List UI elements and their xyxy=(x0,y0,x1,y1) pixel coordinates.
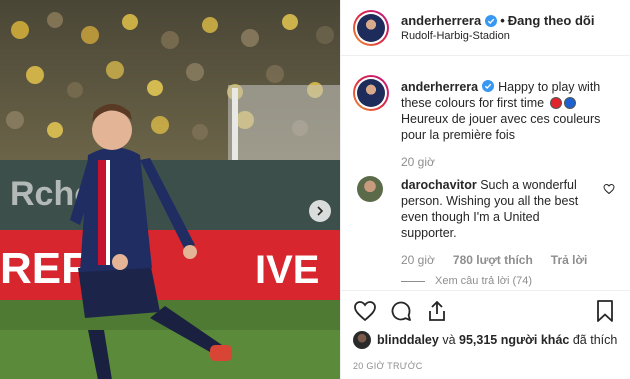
header-author-row: anderherrera • Đang theo dõi xyxy=(401,13,594,28)
svg-text:IVE: IVE xyxy=(255,248,319,292)
red-circle-emoji xyxy=(549,97,562,109)
view-replies-button[interactable]: Xem câu trả lời (74) xyxy=(401,275,532,287)
caption-timestamp[interactable]: 20 giờ xyxy=(401,155,435,169)
verified-badge-icon xyxy=(485,14,498,27)
comment: darochavitor Such a wonderful person. Wi… xyxy=(401,177,597,241)
author-username-link[interactable]: anderherrera xyxy=(401,13,481,28)
post-sidebar: anderherrera • Đang theo dõi Rudolf-Harb… xyxy=(340,0,630,379)
comment-button[interactable] xyxy=(389,299,415,325)
caption-author-avatar[interactable] xyxy=(353,75,389,111)
comment-bubble-icon xyxy=(391,301,411,321)
bookmark-icon xyxy=(597,300,613,322)
likes-connector: và xyxy=(442,333,456,347)
reply-button[interactable]: Trả lời xyxy=(551,253,588,267)
likes-count-link[interactable]: 95,315 người khác xyxy=(459,333,569,347)
view-replies-label: Xem câu trả lời (74) xyxy=(435,275,533,287)
header-separator: • xyxy=(500,13,505,28)
verified-badge-icon xyxy=(482,80,495,92)
heart-icon xyxy=(354,301,376,322)
commenter-avatar[interactable] xyxy=(357,176,383,202)
action-bar xyxy=(341,290,630,330)
likes-suffix: đã thích xyxy=(572,333,618,347)
caption-text-french: Heureux de jouer avec ces couleurs pour … xyxy=(401,112,601,142)
post-photo: Rcho REFR IVE xyxy=(0,0,340,379)
post-header: anderherrera • Đang theo dõi Rudolf-Harb… xyxy=(341,0,630,56)
comment-like-heart-icon[interactable] xyxy=(603,183,615,195)
save-button[interactable] xyxy=(593,299,619,325)
replies-divider-line xyxy=(401,280,425,282)
comment-likes-count[interactable]: 780 lượt thích xyxy=(453,253,533,267)
share-icon xyxy=(429,301,445,321)
next-photo-button[interactable] xyxy=(309,200,331,222)
post-timestamp[interactable]: 20 GIỜ TRƯỚC xyxy=(353,361,423,371)
like-button[interactable] xyxy=(353,299,379,325)
comment-meta: 20 giờ 780 lượt thích Trả lời xyxy=(401,253,587,267)
liker-avatar[interactable] xyxy=(353,331,371,349)
author-avatar[interactable] xyxy=(353,10,389,46)
commenter-username-link[interactable]: darochavitor xyxy=(401,178,477,192)
location-link[interactable]: Rudolf-Harbig-Stadion xyxy=(401,30,510,42)
caption-username-link[interactable]: anderherrera xyxy=(401,80,478,94)
liked-by-row: blinddaley và 95,315 người khác đã thích xyxy=(353,331,629,349)
caption: anderherrera Happy to play with these co… xyxy=(401,79,623,143)
blue-circle-emoji xyxy=(563,97,576,109)
chevron-right-icon xyxy=(317,206,324,216)
football-player-image: Rcho REFR IVE xyxy=(0,0,340,379)
following-button[interactable]: Đang theo dõi xyxy=(508,13,595,28)
comment-timestamp[interactable]: 20 giờ xyxy=(401,253,435,267)
liker-username-link[interactable]: blinddaley xyxy=(377,333,439,347)
comments-area[interactable]: anderherrera Happy to play with these co… xyxy=(341,57,630,289)
share-button[interactable] xyxy=(425,299,451,325)
